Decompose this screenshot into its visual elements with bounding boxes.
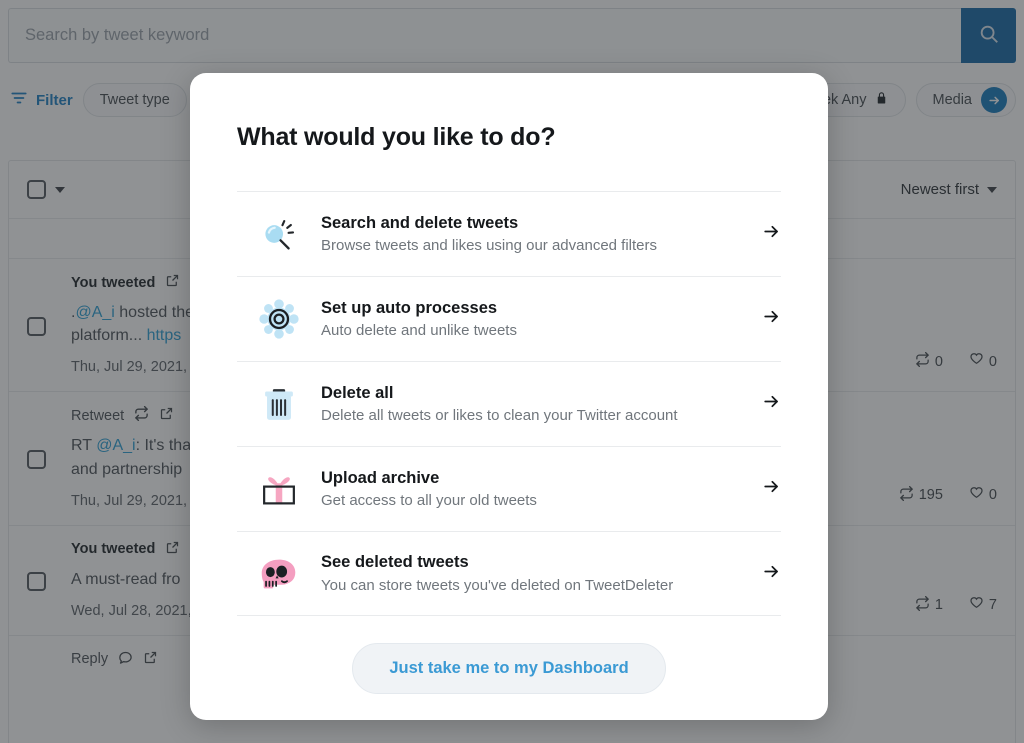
option-text: Set up auto processes Auto delete and un… bbox=[321, 297, 741, 342]
option-subtitle: Auto delete and unlike tweets bbox=[321, 322, 517, 339]
option-title: See deleted tweets bbox=[321, 553, 469, 572]
option-title: Delete all bbox=[321, 383, 394, 402]
skull-icon bbox=[237, 551, 321, 597]
modal-title: What would you like to do? bbox=[237, 123, 556, 151]
what-would-you-like-to-do-modal: What would you like to do? Search and de… bbox=[190, 73, 828, 720]
trash-icon bbox=[237, 381, 321, 427]
option-delete-all[interactable]: Delete all Delete all tweets or likes to… bbox=[237, 361, 781, 446]
arrow-right-icon[interactable] bbox=[741, 477, 781, 501]
go-to-dashboard-button[interactable]: Just take me to my Dashboard bbox=[352, 642, 666, 694]
gift-icon bbox=[237, 466, 321, 512]
option-search-and-delete-tweets[interactable]: Search and delete tweets Browse tweets a… bbox=[237, 191, 781, 276]
option-text: See deleted tweets You can store tweets … bbox=[321, 551, 741, 596]
modal-options-list: Search and delete tweets Browse tweets a… bbox=[237, 191, 781, 616]
arrow-right-icon[interactable] bbox=[741, 562, 781, 586]
option-subtitle: Get access to all your old tweets bbox=[321, 492, 537, 509]
arrow-right-icon[interactable] bbox=[741, 307, 781, 331]
app-root: Filter Tweet type ek Any Media bbox=[0, 0, 1024, 743]
option-subtitle: Delete all tweets or likes to clean your… bbox=[321, 407, 678, 424]
option-subtitle: Browse tweets and likes using our advanc… bbox=[321, 237, 658, 254]
gear-icon bbox=[237, 296, 321, 342]
arrow-right-icon[interactable] bbox=[741, 392, 781, 416]
magnifier-sparkle-icon bbox=[237, 211, 321, 257]
option-subtitle: You can store tweets you've deleted on T… bbox=[321, 576, 674, 594]
arrow-right-icon[interactable] bbox=[741, 222, 781, 246]
option-title: Search and delete tweets bbox=[321, 213, 519, 232]
option-upload-archive[interactable]: Upload archive Get access to all your ol… bbox=[237, 446, 781, 531]
option-text: Upload archive Get access to all your ol… bbox=[321, 467, 741, 512]
option-see-deleted-tweets[interactable]: See deleted tweets You can store tweets … bbox=[237, 531, 781, 616]
option-text: Delete all Delete all tweets or likes to… bbox=[321, 382, 741, 427]
modal-footer: Just take me to my Dashboard bbox=[237, 616, 781, 720]
option-title: Upload archive bbox=[321, 468, 440, 487]
option-title: Set up auto processes bbox=[321, 298, 498, 317]
option-text: Search and delete tweets Browse tweets a… bbox=[321, 212, 741, 257]
option-set-up-auto-processes[interactable]: Set up auto processes Auto delete and un… bbox=[237, 276, 781, 361]
